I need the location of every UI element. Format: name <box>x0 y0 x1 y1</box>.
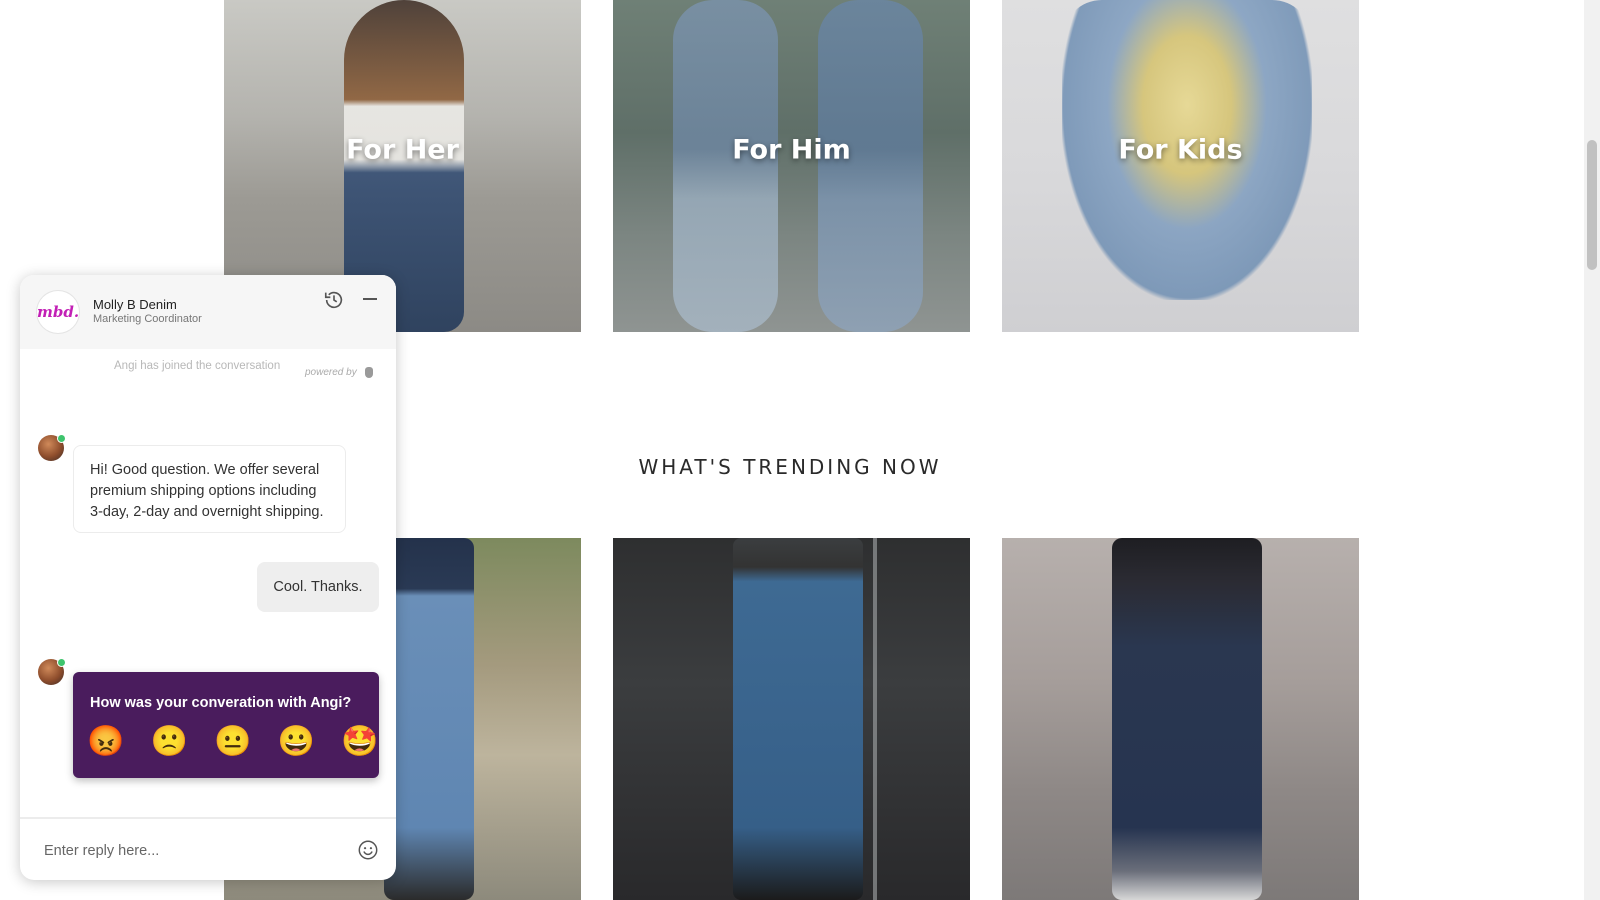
angry-face-icon[interactable]: 😡 <box>87 724 124 760</box>
category-tile-for-kids[interactable]: For Kids <box>1002 0 1359 332</box>
trending-product-image[interactable] <box>613 538 970 900</box>
reply-composer <box>20 817 396 880</box>
category-caption: For Kids <box>1118 134 1243 166</box>
category-tile-for-him[interactable]: For Him <box>613 0 970 332</box>
section-title-trending: WHAT'S TRENDING NOW <box>638 455 942 479</box>
model-figure <box>1112 538 1262 900</box>
history-icon[interactable] <box>323 289 345 311</box>
agent-title: Marketing Coordinator <box>93 313 202 325</box>
agent-avatar <box>38 658 66 685</box>
reply-input[interactable] <box>42 836 336 866</box>
minimize-icon[interactable] <box>363 298 377 300</box>
star-struck-face-icon[interactable]: 🤩 <box>341 724 378 760</box>
category-caption: For Her <box>346 134 459 166</box>
model-figure <box>818 0 923 332</box>
rating-card: How was your converation with Angi? 😡 🙁 … <box>73 672 379 778</box>
online-status-dot <box>57 658 66 667</box>
model-figure <box>733 538 863 900</box>
scrollbar-thumb[interactable] <box>1587 140 1597 270</box>
powered-by-icon <box>365 367 373 378</box>
chat-widget: mbd. Molly B Denim Marketing Coordinator… <box>20 275 396 880</box>
mirror-edge <box>873 538 877 900</box>
model-figure <box>384 538 474 900</box>
page-scrollbar[interactable] <box>1584 0 1600 900</box>
emoji-picker-icon[interactable] <box>357 839 379 861</box>
agent-avatar <box>38 434 66 461</box>
brand-logo: mbd. <box>37 291 79 333</box>
model-figure <box>673 0 778 332</box>
sad-face-icon[interactable]: 🙁 <box>151 724 188 760</box>
agent-name: Molly B Denim <box>93 297 177 312</box>
rating-question: How was your converation with Angi? <box>90 695 352 711</box>
happy-face-icon[interactable]: 😀 <box>278 724 315 760</box>
category-caption: For Him <box>732 134 851 166</box>
agent-message: Hi! Good question. We offer several prem… <box>73 445 346 533</box>
chat-header: mbd. Molly B Denim Marketing Coordinator <box>20 275 396 349</box>
user-message: Cool. Thanks. <box>257 562 379 612</box>
neutral-face-icon[interactable]: 😐 <box>214 724 251 760</box>
online-status-dot <box>57 434 66 443</box>
powered-by-label: powered by <box>305 367 357 378</box>
rating-options: 😡 🙁 😐 😀 🤩 <box>87 724 378 760</box>
joined-notice: Angi has joined the conversation <box>114 360 281 372</box>
trending-product-image[interactable] <box>1002 538 1359 900</box>
